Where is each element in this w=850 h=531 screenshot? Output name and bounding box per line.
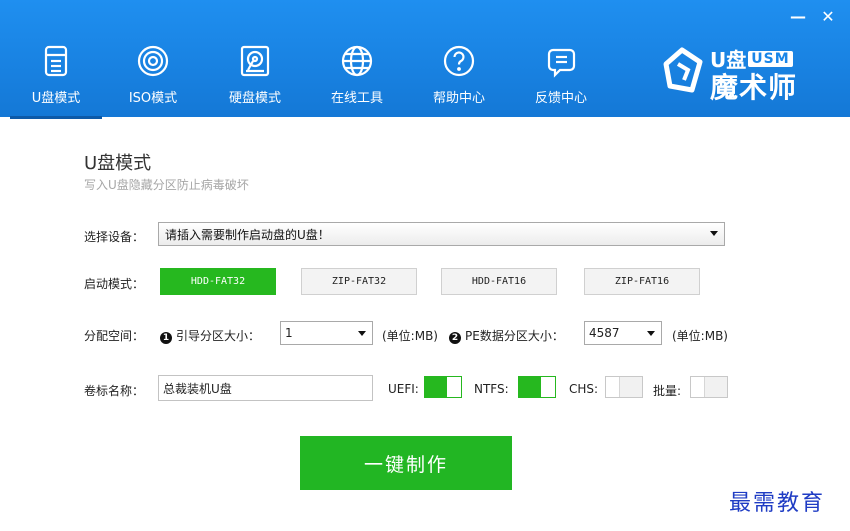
- close-button[interactable]: ✕: [820, 8, 836, 26]
- brand-text: U盘 USM 魔术师: [710, 44, 797, 105]
- minimize-button[interactable]: —: [790, 8, 806, 26]
- boot-partition-unit: (单位:MB): [382, 329, 438, 343]
- chevron-down-icon: [647, 331, 655, 336]
- question-icon: [442, 44, 476, 78]
- pe-partition-size-select[interactable]: 4587: [584, 321, 662, 345]
- volume-label: 卷标名称：: [84, 384, 145, 398]
- boot-mode-label: 启动模式：: [84, 277, 145, 291]
- nav-item-hdd-mode[interactable]: 硬盘模式: [204, 42, 306, 117]
- batch-label: 批量:: [653, 384, 682, 398]
- nav-item-label: 反馈中心: [534, 91, 587, 106]
- window-controls: — ✕: [790, 8, 836, 26]
- ntfs-label: NTFS:: [474, 382, 509, 396]
- nav-item-help-center[interactable]: 帮助中心: [408, 42, 510, 117]
- step-2-badge: 2: [449, 332, 461, 344]
- watermark-text: 最需教育: [729, 491, 826, 516]
- page-title: U盘模式: [84, 153, 152, 174]
- hard-disk-icon: [238, 44, 272, 78]
- top-bar: — ✕ U盘模式 ISO模式 硬盘模式 在线工具 帮助中心 反馈中心 U盘 US…: [0, 0, 850, 119]
- nav-item-usb-mode[interactable]: U盘模式: [10, 42, 102, 119]
- toggle-knob: [606, 377, 620, 397]
- boot-mode-zip-fat32[interactable]: ZIP-FAT32: [301, 268, 417, 295]
- step-1-badge: 1: [160, 332, 172, 344]
- device-label: 选择设备：: [84, 230, 145, 244]
- nav-item-online-tools[interactable]: 在线工具: [306, 42, 408, 117]
- usb-drive-icon: [39, 44, 73, 78]
- brand-top-text: U盘: [710, 48, 747, 72]
- brand-main-text: 魔术师: [710, 71, 798, 104]
- nav-item-label: 在线工具: [330, 91, 383, 106]
- ntfs-toggle[interactable]: [518, 376, 556, 398]
- nav-item-label: 帮助中心: [432, 91, 485, 106]
- globe-icon: [340, 44, 374, 78]
- boot-partition-size-value: 1: [285, 326, 293, 340]
- one-click-make-button[interactable]: 一键制作: [300, 436, 512, 490]
- toggle-knob: [691, 377, 705, 397]
- nav-item-label: ISO模式: [128, 91, 178, 106]
- chs-label: CHS:: [569, 382, 599, 396]
- boot-mode-hdd-fat32[interactable]: HDD-FAT32: [160, 268, 276, 295]
- disc-icon: [136, 44, 170, 78]
- volume-name-input[interactable]: 总裁装机U盘: [158, 375, 373, 401]
- batch-toggle[interactable]: [690, 376, 728, 398]
- toggle-knob: [447, 377, 461, 397]
- chevron-down-icon: [358, 331, 366, 336]
- boot-mode-hdd-fat16[interactable]: HDD-FAT16: [441, 268, 557, 295]
- page-subtitle: 写入U盘隐藏分区防止病毒破坏: [84, 178, 249, 192]
- nav-item-feedback-center[interactable]: 反馈中心: [510, 42, 612, 117]
- boot-mode-zip-fat16[interactable]: ZIP-FAT16: [584, 268, 700, 295]
- chevron-down-icon: [710, 231, 718, 236]
- boot-partition-size-select[interactable]: 1: [280, 321, 373, 345]
- feedback-icon: [544, 44, 578, 78]
- uefi-label: UEFI:: [388, 382, 419, 396]
- nav-item-iso-mode[interactable]: ISO模式: [102, 42, 204, 117]
- usm-logo-icon: [663, 47, 703, 93]
- nav-item-label: 硬盘模式: [228, 91, 281, 106]
- pe-partition-unit: (单位:MB): [672, 329, 728, 343]
- main-nav: U盘模式 ISO模式 硬盘模式 在线工具 帮助中心 反馈中心: [10, 42, 612, 119]
- chs-toggle[interactable]: [605, 376, 643, 398]
- brand-logo: U盘 USM 魔术师: [662, 42, 832, 106]
- toggle-knob: [541, 377, 555, 397]
- device-select-value: 请插入需要制作启动盘的U盘！: [165, 227, 330, 242]
- uefi-toggle[interactable]: [424, 376, 462, 398]
- volume-name-value: 总裁装机U盘: [163, 381, 232, 396]
- pe-partition-size-value: 4587: [589, 326, 620, 340]
- nav-item-label: U盘模式: [31, 91, 81, 106]
- device-select[interactable]: 请插入需要制作启动盘的U盘！: [158, 222, 725, 246]
- pe-partition-label: 2 PE数据分区大小：: [449, 327, 564, 344]
- partition-label: 分配空间：: [84, 329, 145, 343]
- boot-partition-label: 1 引导分区大小：: [160, 327, 260, 344]
- brand-badge: USM: [748, 50, 793, 67]
